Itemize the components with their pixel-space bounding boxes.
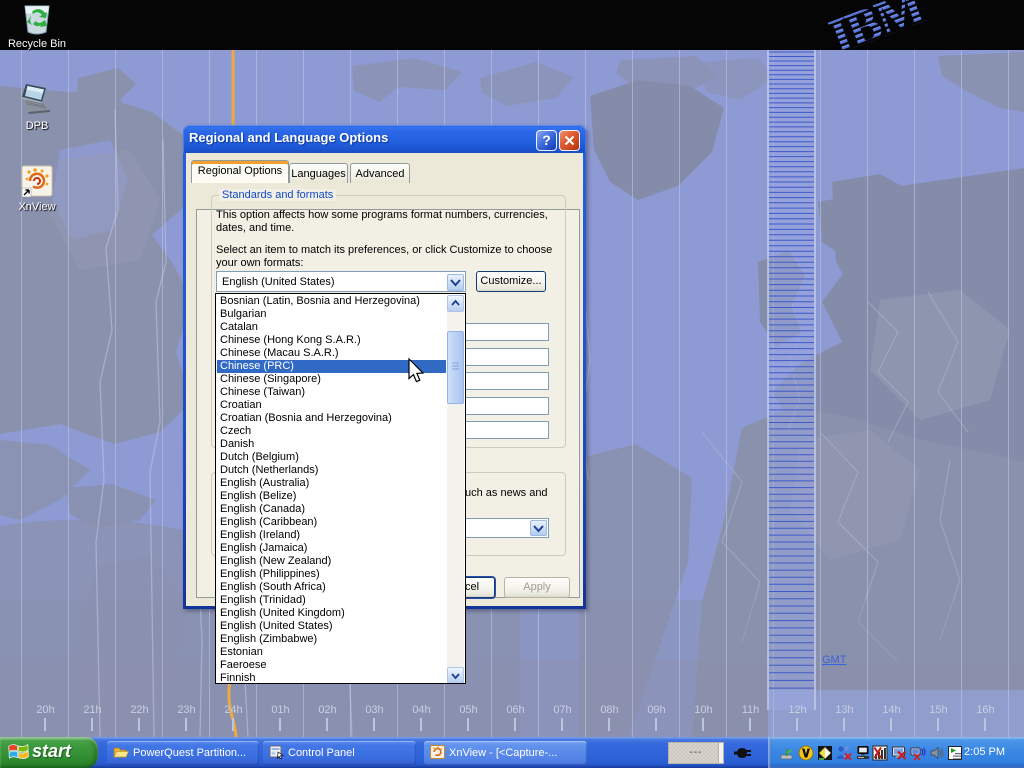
svg-text:IBM: IBM	[828, 0, 930, 64]
svg-text:GMT: GMT	[822, 654, 847, 666]
